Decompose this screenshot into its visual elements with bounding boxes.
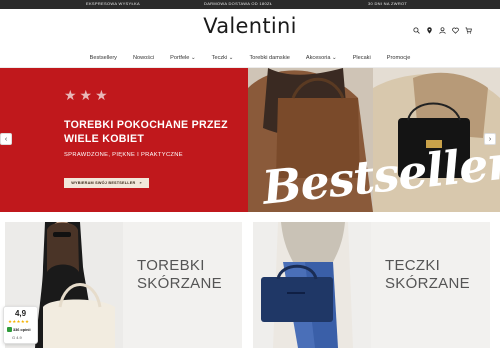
category-leather-handbags[interactable]: TOREBKI SKÓRZANE [5,222,242,348]
verified-shield-icon [7,327,12,332]
hero-banner[interactable]: ★★★ TOREBKI POKOCHANE PRZEZ WIELE KOBIET… [0,68,500,215]
hero-subtitle: SPRAWDZONE, PIĘKNE I PRAKTYCZNE [64,152,183,158]
header-icons [413,27,472,34]
reviews-rating-widget[interactable]: 4,9 ★★★★★ 336 opinii G 4.9 [3,306,38,344]
nav-promocje[interactable]: Promocje [379,55,419,61]
chevron-right-icon: › [488,135,492,143]
category-line1: TECZKI [385,257,441,274]
category-line2: SKÓRZANE [385,275,470,292]
chevron-left-icon: ‹ [4,135,8,143]
nav-torebki-damskie[interactable]: Torebki damskie [241,55,297,61]
double-chevron-right-icon: » [139,181,142,185]
google-rating: G 4.9 [12,335,22,340]
category-line2: SKÓRZANE [137,275,222,292]
announcement-returns: 30 DNI NA ZWROT [368,1,408,6]
main-navigation: Bestsellery Nowości Portfele ⌄ Teczki ⌄ … [0,49,500,67]
nav-portfele[interactable]: Portfele ⌄ [162,55,204,61]
announcement-bar: EKSPRESOWA WYSYŁKA DARMOWA DOSTAWA OD 18… [0,0,500,9]
rating-score: 4,9 [14,309,27,318]
shop-bestseller-button[interactable]: WYBIERAM SWÓJ BESTSELLER » [64,178,149,188]
heart-icon[interactable] [452,27,459,34]
nav-teczki[interactable]: Teczki ⌄ [204,55,242,61]
rating-stars: ★★★★★ [8,319,30,324]
announcement-free-delivery: DARMOWA DOSTAWA OD 180ZŁ [204,1,273,6]
cart-icon[interactable] [465,27,472,34]
brand-logo[interactable]: Valentini [0,14,500,38]
reviews-count-label: 336 opinii [13,327,31,332]
nav-plecaki[interactable]: Plecaki [345,55,379,61]
hero-stars: ★★★ [64,87,111,103]
category-title: TOREBKI SKÓRZANE [137,257,222,293]
user-icon[interactable] [439,27,446,34]
category-title: TECZKI SKÓRZANE [385,257,470,293]
category-line1: TOREBKI [137,257,205,274]
hero-title: TOREBKI POKOCHANE PRZEZ WIELE KOBIET [64,119,228,145]
location-pin-icon[interactable] [426,27,433,34]
site-header: Valentini [0,9,500,49]
hero-red-panel: ★★★ TOREBKI POKOCHANE PRZEZ WIELE KOBIET… [0,68,248,212]
nav-nowosci[interactable]: Nowości [125,55,162,61]
carousel-next-button[interactable]: › [484,133,496,145]
category-leather-briefcases[interactable]: TECZKI SKÓRZANE [253,222,490,348]
announcement-express-shipping: EKSPRESOWA WYSYŁKA [86,1,140,6]
carousel-prev-button[interactable]: ‹ [0,133,12,145]
cta-label: WYBIERAM SWÓJ BESTSELLER [71,181,136,185]
briefcases-model-photo [253,222,371,348]
reviews-count: 336 opinii [7,327,31,332]
nav-akcesoria[interactable]: Akcesoria ⌄ [298,55,345,61]
search-icon[interactable] [413,27,420,34]
nav-bestsellery[interactable]: Bestsellery [82,55,125,61]
